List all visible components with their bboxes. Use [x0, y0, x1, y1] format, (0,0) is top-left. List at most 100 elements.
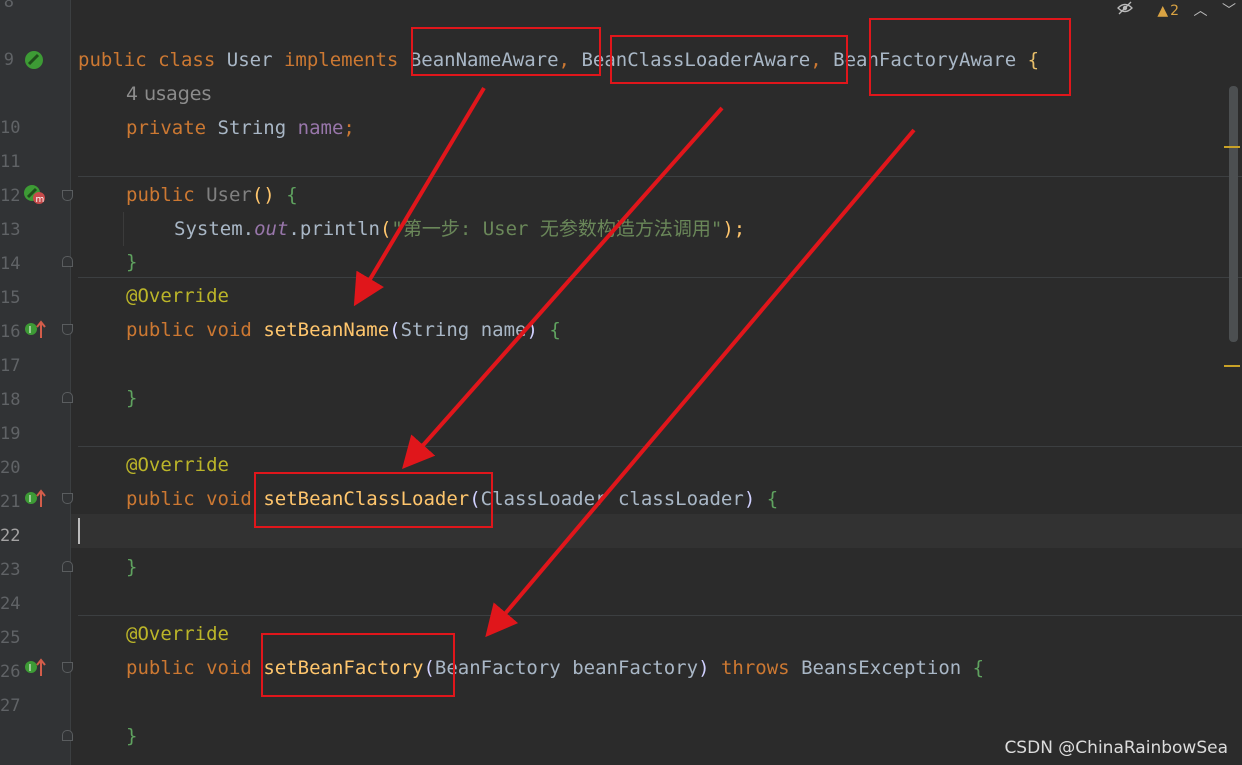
- fold-marker[interactable]: [62, 662, 73, 673]
- open-paren: (: [379, 218, 392, 240]
- fold-marker[interactable]: [62, 324, 73, 335]
- line-number: 25: [0, 628, 21, 648]
- fold-marker[interactable]: [62, 561, 73, 572]
- line-number: 24: [0, 594, 21, 614]
- system-class: System: [174, 218, 243, 240]
- chevron-down-icon[interactable]: ﹀: [1222, 3, 1236, 19]
- warning-count: 2: [1170, 3, 1180, 19]
- keyword: void: [206, 488, 252, 510]
- println-method: println: [299, 218, 380, 240]
- open-brace: {: [286, 184, 298, 206]
- bean-constructor-icon[interactable]: m: [23, 184, 47, 206]
- method-separator: [78, 446, 1242, 447]
- method-separator: [78, 176, 1242, 177]
- eye-off-icon[interactable]: [1117, 1, 1137, 19]
- code-line-field[interactable]: private String name;: [126, 111, 1222, 145]
- svg-text:I: I: [29, 325, 32, 336]
- implements-method-icon[interactable]: I: [24, 489, 46, 509]
- close-paren: ): [698, 657, 710, 679]
- fold-marker[interactable]: [62, 493, 73, 504]
- fold-marker[interactable]: [62, 392, 73, 403]
- bean-icon[interactable]: [24, 50, 44, 70]
- close-brace: }: [126, 251, 138, 273]
- highlight-box-set-bean-class-loader: [254, 472, 493, 528]
- line-number: 27: [0, 696, 21, 716]
- warning-triangle-icon: ▲: [1157, 3, 1169, 19]
- watermark: CSDN @ChinaRainbowSea: [1004, 738, 1228, 758]
- line-number-current: 22: [0, 526, 21, 546]
- keyword: private: [126, 117, 207, 139]
- warning-marker[interactable]: [1224, 365, 1240, 367]
- type-name: String: [217, 117, 287, 139]
- text-caret: [78, 518, 80, 544]
- string-literal: "第一步: User 无参数构造方法调用": [391, 218, 723, 240]
- line-number: 13: [0, 220, 21, 240]
- line-number: 18: [0, 390, 21, 410]
- fold-marker[interactable]: [62, 190, 73, 201]
- code-line-override[interactable]: @Override: [126, 279, 1222, 313]
- svg-text:m: m: [36, 195, 45, 205]
- line-number: 10: [0, 118, 21, 138]
- open-paren: (: [389, 319, 401, 341]
- keyword: public: [126, 488, 195, 510]
- indent-guide: [123, 212, 124, 246]
- open-brace: {: [766, 488, 779, 510]
- code-line-constructor[interactable]: public User() {: [126, 178, 1222, 212]
- line-number: 11: [0, 152, 21, 172]
- exception-type: BeansException: [801, 657, 962, 679]
- close-paren: ): [526, 319, 538, 341]
- line-number: 23: [0, 560, 21, 580]
- keyword: class: [158, 49, 216, 71]
- code-line-partial: [78, 0, 1222, 14]
- class-name: User: [226, 49, 273, 71]
- fold-marker[interactable]: [62, 730, 73, 741]
- line-number: 16: [0, 322, 21, 342]
- current-line-highlight: [71, 514, 1242, 548]
- highlight-box-set-bean-factory: [261, 633, 455, 697]
- open-brace: {: [549, 319, 561, 341]
- keyword: public: [126, 184, 195, 206]
- warning-indicator[interactable]: ▲ 2: [1147, 3, 1179, 19]
- method-set-bean-name[interactable]: setBeanName: [263, 319, 389, 341]
- code-line-println[interactable]: System.out.println("第一步: User 无参数构造方法调用"…: [174, 212, 1222, 246]
- highlight-box-bean-class-loader-aware: [610, 35, 848, 84]
- close-paren: ): [743, 488, 756, 510]
- close-brace: }: [126, 387, 138, 409]
- keyword: implements: [283, 49, 399, 71]
- keyword: public: [78, 49, 147, 71]
- implements-method-icon[interactable]: I: [24, 658, 46, 678]
- line-number: 9: [3, 50, 14, 70]
- line-number: 20: [0, 458, 21, 478]
- param-name: name: [480, 319, 527, 341]
- override-annotation: @Override: [126, 454, 229, 476]
- fold-marker[interactable]: [62, 256, 73, 267]
- svg-text:I: I: [29, 494, 32, 505]
- line-number: 26: [0, 662, 21, 682]
- line-number: 8: [3, 0, 14, 12]
- method-separator: [78, 615, 1242, 616]
- keyword: void: [206, 319, 252, 341]
- keyword-throws: throws: [720, 657, 790, 679]
- param-type: String: [400, 319, 470, 341]
- line-number: 14: [0, 254, 21, 274]
- dot: .: [242, 218, 255, 240]
- chevron-up-icon[interactable]: ︿: [1194, 3, 1208, 19]
- keyword: public: [126, 319, 195, 341]
- inspection-toolbar: ▲ 2 ︿ ﹀: [1107, 0, 1236, 19]
- override-annotation: @Override: [126, 623, 229, 645]
- param-name: beanFactory: [572, 657, 699, 679]
- dot: .: [288, 218, 300, 240]
- vertical-scrollbar[interactable]: [1229, 86, 1238, 342]
- field-name: name: [297, 117, 344, 139]
- warning-marker[interactable]: [1224, 146, 1240, 148]
- keyword: void: [206, 657, 252, 679]
- param-name: classLoader: [617, 488, 744, 510]
- close-paren-semicolon: );: [722, 218, 746, 240]
- usages-hint-text[interactable]: 4 usages: [126, 83, 211, 105]
- code-line-set-bean-name[interactable]: public void setBeanName(String name) {: [126, 313, 1222, 347]
- svg-text:I: I: [29, 663, 32, 674]
- parens: (): [251, 184, 275, 206]
- override-annotation: @Override: [126, 285, 229, 307]
- editor-gutter: 8 9 10 11 12 13 14 15 16 17 18 19 20 21 …: [0, 0, 71, 765]
- implements-method-icon[interactable]: I: [24, 320, 46, 340]
